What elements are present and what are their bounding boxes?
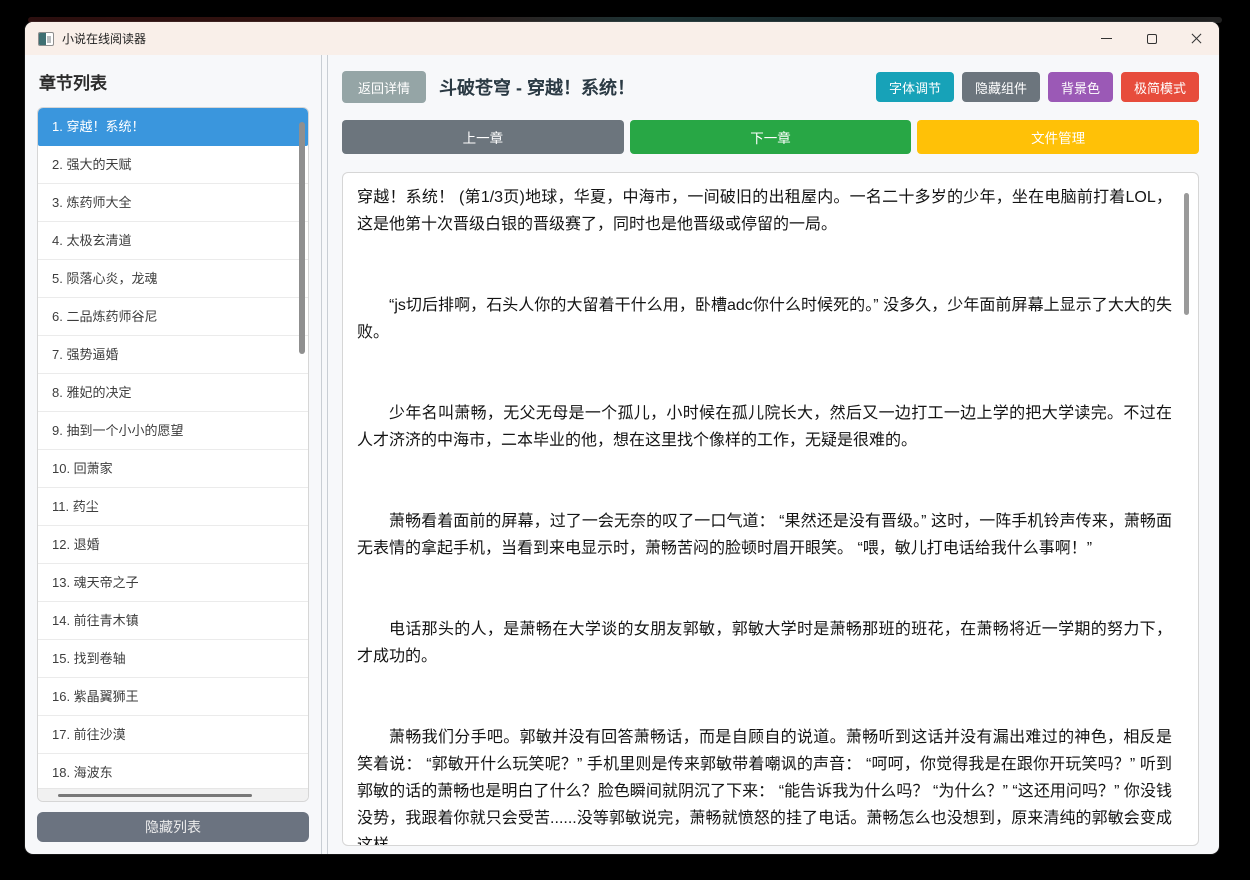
chapter-item[interactable]: 18. 海波东 — [38, 754, 308, 788]
app-body: 章节列表 1. 穿越！系统！ 2. 强大的天赋 3. 炼药师大全 4. 太极玄清道 5.… — [25, 55, 1219, 854]
reader-scrollbar-thumb[interactable] — [1184, 193, 1189, 315]
background-color-button[interactable]: 背景色 — [1047, 72, 1113, 102]
chapter-list-title: 章节列表 — [39, 74, 107, 93]
app-window: 小说在线阅读器 章节列表 1. 穿越！系统！ 2. 强大的天赋 3. 炼药师大全 4.… — [25, 22, 1219, 854]
main-area: 返回详情 斗破苍穹 - 穿越！系统！ 字体调节 隐藏组件 背景色 极简模式 上一章 下一… — [328, 55, 1219, 854]
novel-paragraph: 穿越！系统！ (第1/3页)地球，华夏，中海市，一间破旧的出租屋内。一名二十多岁… — [357, 189, 1172, 233]
chapter-item[interactable]: 8. 雅妃的决定 — [38, 374, 308, 412]
minimal-mode-button[interactable]: 极简模式 — [1120, 72, 1199, 102]
book-chapter-title: 斗破苍穹 - 穿越！系统！ — [439, 78, 636, 98]
chapter-item[interactable]: 5. 陨落心炎，龙魂 — [38, 260, 308, 298]
chapter-item[interactable]: 6. 二品炼药师谷尼 — [38, 298, 308, 336]
chapter-list-horizontal-scrollbar-track[interactable] — [38, 788, 308, 801]
sidebar: 章节列表 1. 穿越！系统！ 2. 强大的天赋 3. 炼药师大全 4. 太极玄清道 5.… — [25, 55, 321, 854]
chapter-items: 1. 穿越！系统！ 2. 强大的天赋 3. 炼药师大全 4. 太极玄清道 5. 陨落心炎… — [38, 108, 308, 788]
close-button[interactable] — [1174, 22, 1219, 55]
close-icon — [1190, 32, 1203, 45]
window-titlebar: 小说在线阅读器 — [25, 22, 1219, 55]
chapter-list-vertical-scrollbar[interactable] — [299, 122, 305, 354]
chapter-item[interactable]: 15. 找到卷轴 — [38, 640, 308, 678]
novel-paragraph: 萧畅看着面前的屏幕，过了一会无奈的叹了一口气道： “果然还是没有晋级。” 这时，… — [357, 513, 1172, 557]
chapter-item[interactable]: 3. 炼药师大全 — [38, 184, 308, 222]
chapter-item[interactable]: 9. 抽到一个小小的愿望 — [38, 412, 308, 450]
back-to-details-button[interactable]: 返回详情 — [342, 71, 427, 103]
novel-paragraph: 少年名叫萧畅，无父无母是一个孤儿，小时候在孤儿院长大，然后又一边打工一边上学的把… — [357, 405, 1172, 449]
chapter-list-horizontal-scrollbar-thumb[interactable] — [58, 794, 253, 797]
chapter-item[interactable]: 2. 强大的天赋 — [38, 146, 308, 184]
chapter-list: 1. 穿越！系统！ 2. 强大的天赋 3. 炼药师大全 4. 太极玄清道 5. 陨落心炎… — [37, 107, 309, 802]
chapter-item[interactable]: 12. 退婚 — [38, 526, 308, 564]
minimize-icon — [1101, 38, 1112, 39]
chapter-item[interactable]: 1. 穿越！系统！ — [38, 108, 308, 146]
next-chapter-button[interactable]: 下一章 — [629, 120, 912, 154]
desktop-background: 小说在线阅读器 章节列表 1. 穿越！系统！ 2. 强大的天赋 3. 炼药师大全 4.… — [0, 0, 1250, 880]
chapter-navigation: 上一章 下一章 文件管理 — [342, 120, 1200, 154]
minimize-button[interactable] — [1084, 22, 1129, 55]
chapter-item[interactable]: 16. 紫晶翼狮王 — [38, 678, 308, 716]
reader-tool-buttons: 字体调节 隐藏组件 背景色 极简模式 — [868, 72, 1199, 102]
chapter-item[interactable]: 13. 魂天帝之子 — [38, 564, 308, 602]
hide-list-button[interactable]: 隐藏列表 — [37, 812, 309, 842]
maximize-button[interactable] — [1129, 22, 1174, 55]
file-manager-button[interactable]: 文件管理 — [917, 120, 1200, 154]
prev-chapter-button[interactable]: 上一章 — [342, 120, 624, 154]
hide-widgets-button[interactable]: 隐藏组件 — [961, 72, 1040, 102]
chapter-item[interactable]: 14. 前往青木镇 — [38, 602, 308, 640]
reader-text: 穿越！系统！ (第1/3页)地球，华夏，中海市，一间破旧的出租屋内。一名二十多岁… — [343, 173, 1198, 845]
novel-paragraph: 电话那头的人，是萧畅在大学谈的女朋友郭敏，郭敏大学时是萧畅那班的班花，在萧畅将近… — [357, 621, 1172, 665]
chapter-item[interactable]: 7. 强势逼婚 — [38, 336, 308, 374]
chapter-item[interactable]: 4. 太极玄清道 — [38, 222, 308, 260]
window-title: 小说在线阅读器 — [62, 32, 147, 46]
font-adjust-button[interactable]: 字体调节 — [875, 72, 954, 102]
novel-paragraph: 萧畅我们分手吧。郭敏并没有回答萧畅话，而是自顾自的说道。萧畅听到这话并没有漏出难… — [357, 729, 1172, 845]
reader-panel: 穿越！系统！ (第1/3页)地球，华夏，中海市，一间破旧的出租屋内。一名二十多岁… — [342, 172, 1199, 846]
window-controls — [1084, 22, 1219, 55]
maximize-icon — [1146, 33, 1157, 44]
chapter-item[interactable]: 17. 前往沙漠 — [38, 716, 308, 754]
novel-paragraph: “js切后排啊，石头人你的大留着干什么用，卧槽adc你什么时候死的。” 没多久，… — [357, 297, 1172, 341]
chapter-item[interactable]: 11. 药尘 — [38, 488, 308, 526]
app-icon — [38, 31, 54, 46]
panel-splitter[interactable] — [321, 55, 328, 854]
chapter-item[interactable]: 10. 回萧家 — [38, 450, 308, 488]
reader-header: 返回详情 斗破苍穹 - 穿越！系统！ 字体调节 隐藏组件 背景色 极简模式 — [342, 71, 1199, 103]
